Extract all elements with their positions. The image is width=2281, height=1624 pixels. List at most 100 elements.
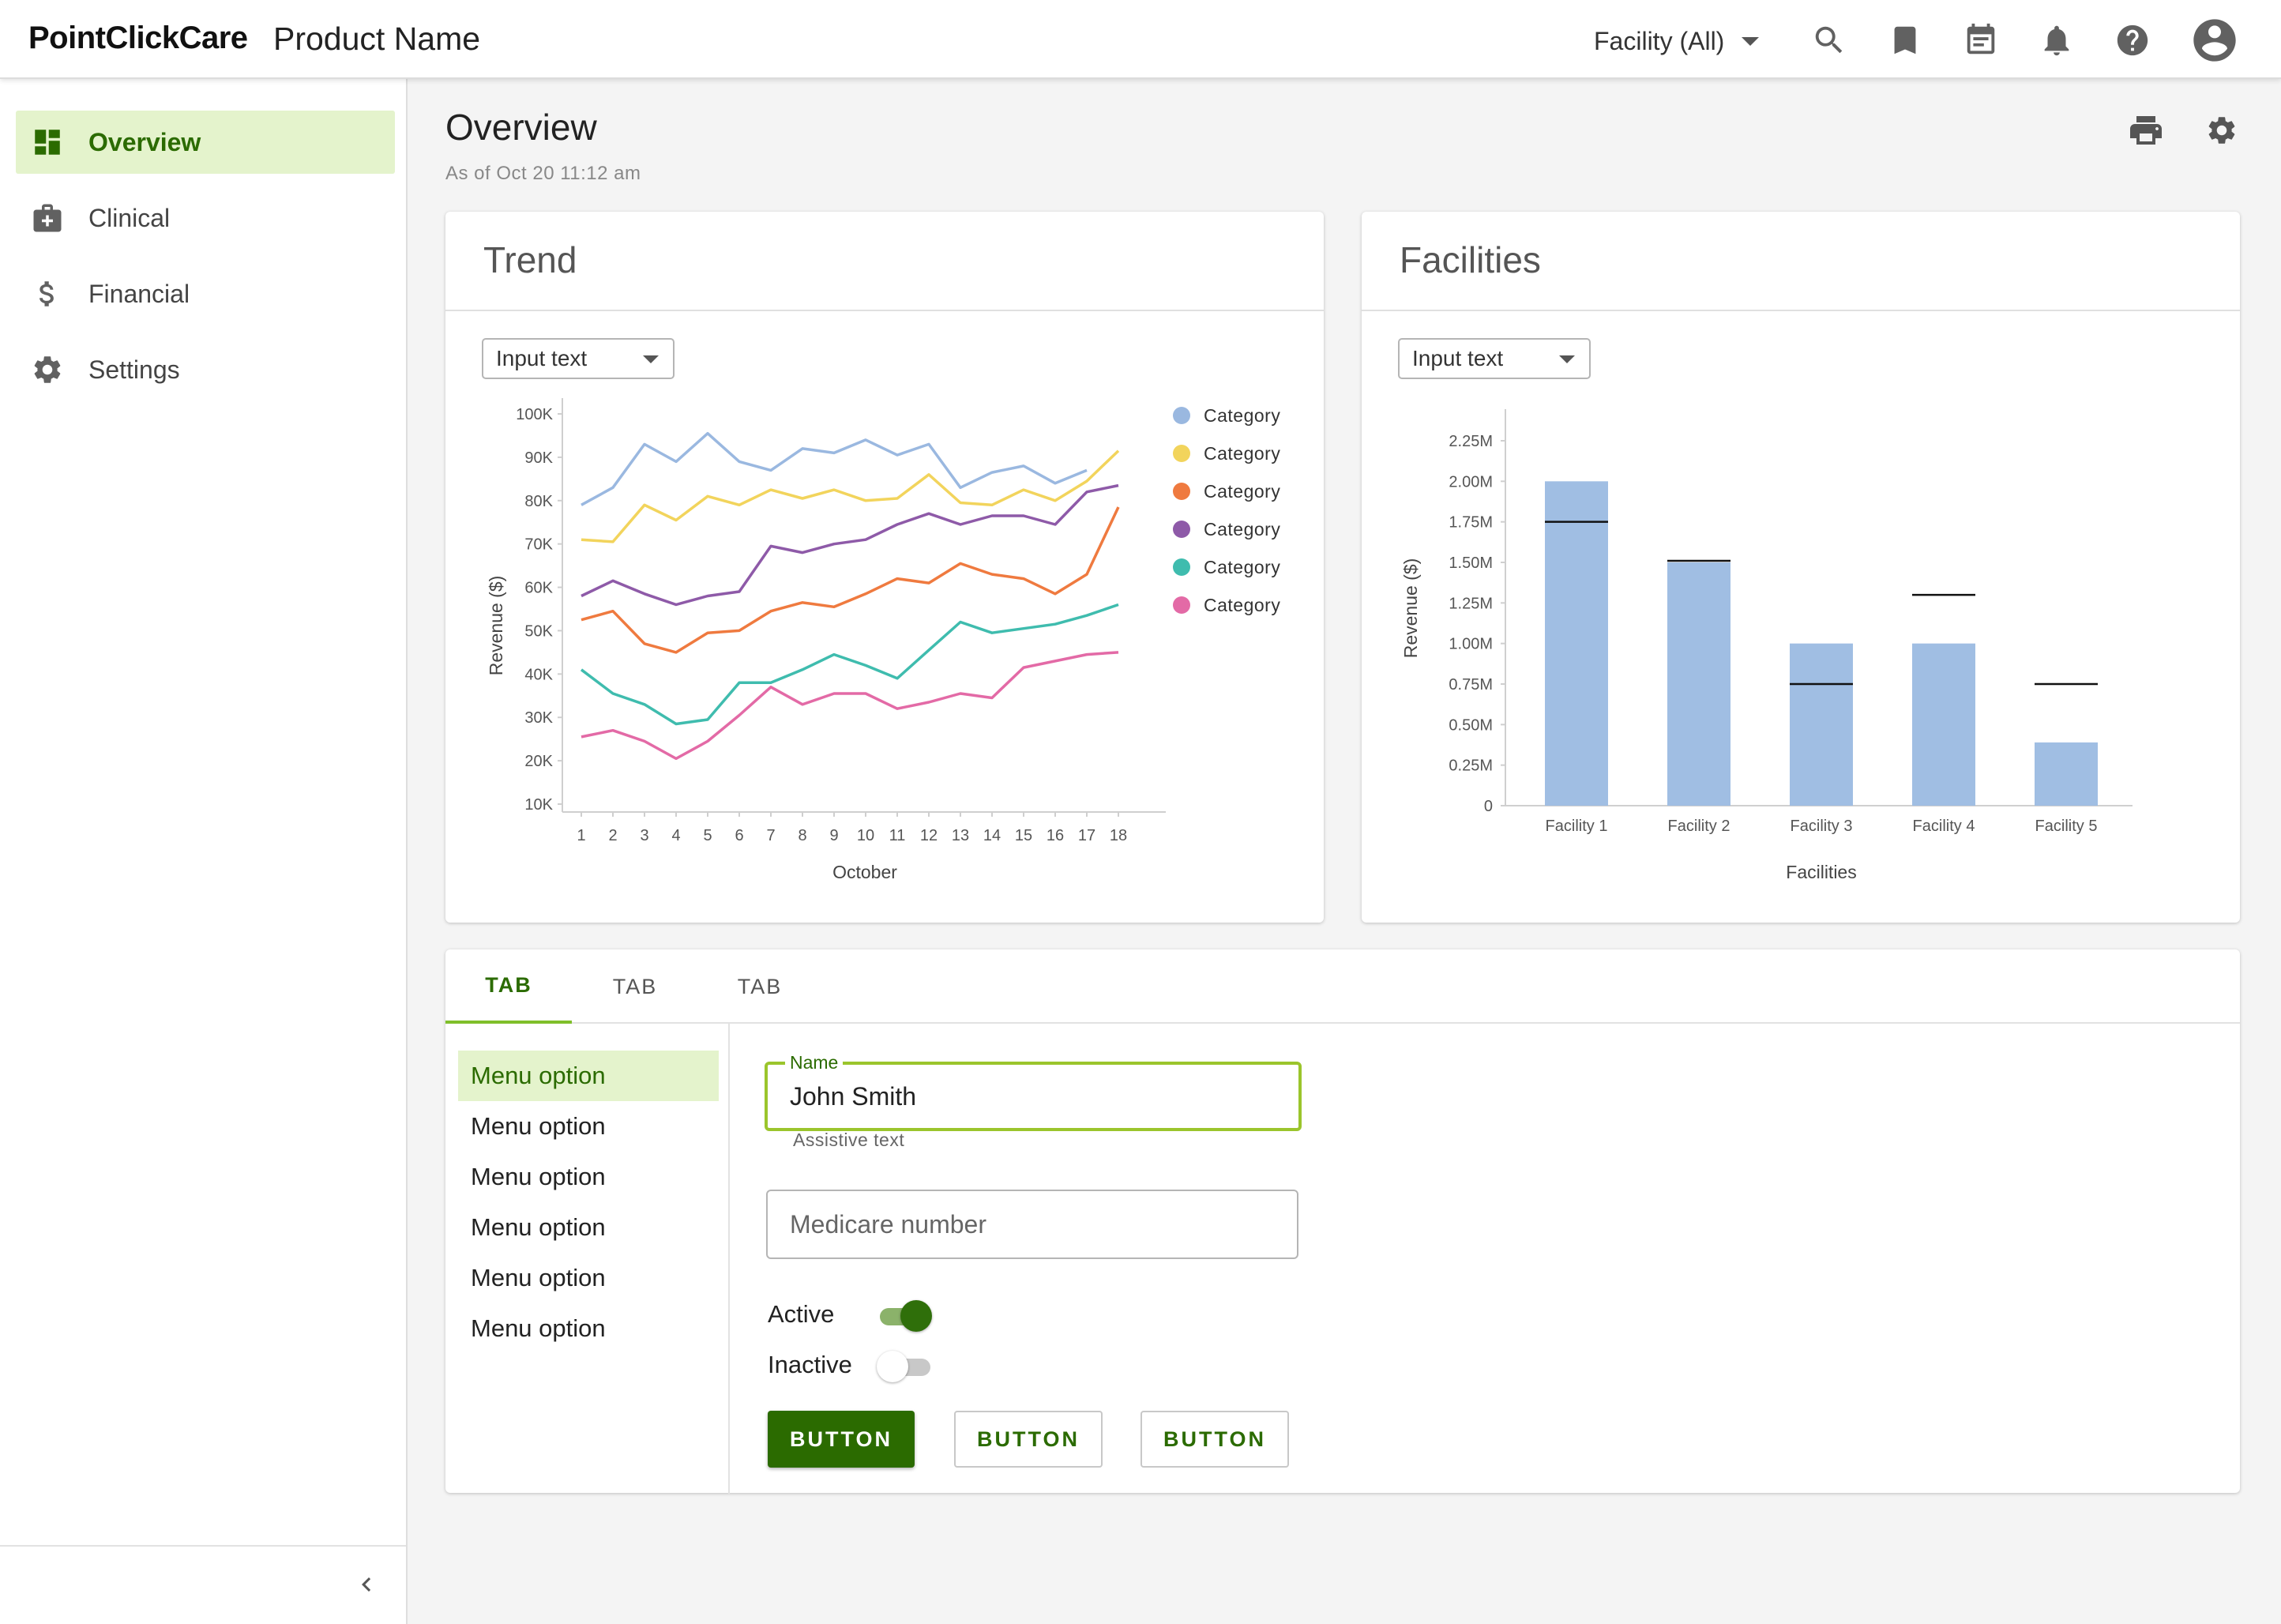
series-line-1	[581, 431, 1088, 506]
bar-3	[1790, 643, 1853, 806]
sidebar-item-clinical[interactable]: Clinical	[16, 186, 395, 250]
divider	[445, 310, 1324, 311]
brand-logo[interactable]: PointClickCare	[28, 21, 248, 56]
x-tick-label: 14	[983, 827, 1001, 844]
facilities-card: Facilities Input text 0 0.25M 0.50M 0.75M 1.…	[1362, 212, 2240, 923]
inactive-label: Inactive	[768, 1351, 852, 1378]
series-line-3	[581, 506, 1120, 654]
caret-down-icon	[1742, 36, 1760, 46]
legend-swatch	[1173, 407, 1190, 424]
tab-3[interactable]: TAB	[697, 949, 823, 1024]
x-tick-label: 6	[735, 827, 743, 844]
menu-option-2[interactable]: Menu option	[458, 1101, 719, 1152]
legend-swatch	[1173, 445, 1190, 462]
page-settings-icon[interactable]	[2202, 111, 2242, 150]
legend-swatch	[1173, 596, 1190, 614]
tab-bar: TAB TAB TAB	[445, 949, 2240, 1024]
bar-4	[1912, 643, 1975, 806]
help-icon[interactable]	[2114, 21, 2151, 59]
caret-down-icon	[643, 355, 659, 363]
medical-bag-icon	[30, 201, 65, 235]
facilities-bar-chart: 0 0.25M 0.50M 0.75M 1.00M 1.25M 1.50M 1.75M 2.00…	[1400, 409, 2133, 882]
toggle-knob	[900, 1300, 932, 1332]
y-axis-title: Revenue ($)	[1400, 558, 1421, 659]
x-tick-label: Facility 5	[2035, 818, 2098, 835]
tab-2[interactable]: TAB	[572, 949, 698, 1024]
menu-option-6[interactable]: Menu option	[458, 1303, 719, 1354]
trend-dropdown[interactable]: Input text	[482, 338, 675, 379]
toggle-knob	[877, 1351, 908, 1382]
x-tick-label: 2	[608, 827, 617, 844]
y-tick-label: 1.75M	[1449, 514, 1493, 532]
sidebar-item-label: Clinical	[88, 203, 171, 232]
page-title: Overview	[445, 107, 597, 148]
tabs-card: TAB TAB TAB Menu option Menu option Menu…	[445, 949, 2240, 1494]
x-tick-label: 1	[577, 827, 585, 844]
x-tick-label: 5	[703, 827, 712, 844]
x-axis-title: Facilities	[1786, 862, 1856, 882]
x-tick-label: 17	[1078, 827, 1095, 844]
x-tick-label: 18	[1110, 827, 1127, 844]
outline-button-2[interactable]: BUTTON	[1140, 1411, 1289, 1468]
dollar-icon	[30, 276, 65, 311]
primary-button[interactable]: BUTTON	[768, 1411, 915, 1468]
dropdown-value: Input text	[496, 346, 588, 370]
menu-option-1[interactable]: Menu option	[458, 1051, 719, 1101]
facilities-dropdown[interactable]: Input text	[1398, 338, 1591, 379]
x-tick-label: Facility 1	[1546, 818, 1608, 835]
legend-swatch	[1173, 521, 1190, 538]
print-icon[interactable]	[2126, 111, 2166, 150]
menu-option-5[interactable]: Menu option	[458, 1253, 719, 1303]
x-tick-label: Facility 4	[1913, 818, 1975, 835]
bar-2	[1667, 562, 1730, 806]
inactive-toggle[interactable]	[877, 1349, 932, 1382]
sidebar-item-label: Overview	[88, 127, 201, 156]
card-title: Facilities	[1400, 239, 1541, 280]
y-tick-label: 100K	[516, 406, 553, 423]
x-tick-label: 13	[952, 827, 969, 844]
chevron-left-icon[interactable]	[351, 1569, 382, 1600]
calendar-icon[interactable]	[1962, 21, 2000, 59]
dashboard-icon	[30, 125, 65, 160]
y-tick-label: 70K	[524, 536, 553, 554]
outline-button-1[interactable]: BUTTON	[954, 1411, 1103, 1468]
legend-label: Category	[1204, 519, 1280, 539]
sidebar-item-settings[interactable]: Settings	[16, 338, 395, 401]
sidebar-footer	[0, 1545, 406, 1624]
y-tick-label: 0.75M	[1449, 676, 1493, 694]
medicare-input[interactable]	[790, 1191, 1281, 1257]
x-tick-label: 4	[671, 827, 680, 844]
menu-list: Menu option Menu option Menu option Menu…	[445, 1024, 730, 1494]
menu-option-3[interactable]: Menu option	[458, 1152, 719, 1202]
name-field[interactable]: Name	[765, 1052, 1302, 1131]
sidebar-item-label: Financial	[88, 279, 190, 308]
sidebar-item-overview[interactable]: Overview	[16, 111, 395, 174]
facility-selector[interactable]: Facility (All)	[1594, 24, 1760, 58]
x-tick-label: 15	[1015, 827, 1032, 844]
name-input[interactable]	[790, 1065, 1283, 1128]
menu-option-4[interactable]: Menu option	[458, 1202, 719, 1253]
medicare-field[interactable]	[766, 1190, 1298, 1259]
y-tick-label: 0.25M	[1449, 757, 1493, 775]
active-toggle[interactable]	[877, 1299, 932, 1332]
y-tick-label: 1.00M	[1449, 636, 1493, 653]
y-axis-title: Revenue ($)	[486, 576, 506, 676]
x-tick-label: 11	[889, 827, 906, 844]
x-axis-title: October	[832, 862, 897, 882]
bell-icon[interactable]	[2038, 21, 2076, 59]
sidebar-item-financial[interactable]: Financial	[16, 262, 395, 325]
bookmark-icon[interactable]	[1886, 21, 1924, 59]
facility-selector-value: Facility (All)	[1594, 26, 1725, 55]
dropdown-value: Input text	[1412, 346, 1504, 370]
search-icon[interactable]	[1810, 21, 1848, 59]
account-icon[interactable]	[2189, 15, 2240, 66]
y-tick-label: 2.25M	[1449, 433, 1493, 450]
legend-label: Category	[1204, 595, 1280, 615]
x-tick-label: 8	[798, 827, 806, 844]
y-tick-label: 50K	[524, 622, 553, 640]
gear-icon	[30, 352, 65, 387]
tab-1[interactable]: TAB	[445, 949, 572, 1024]
y-tick-label: 1.50M	[1449, 554, 1493, 572]
divider	[1362, 310, 2240, 311]
y-tick-label: 0	[1484, 798, 1493, 815]
